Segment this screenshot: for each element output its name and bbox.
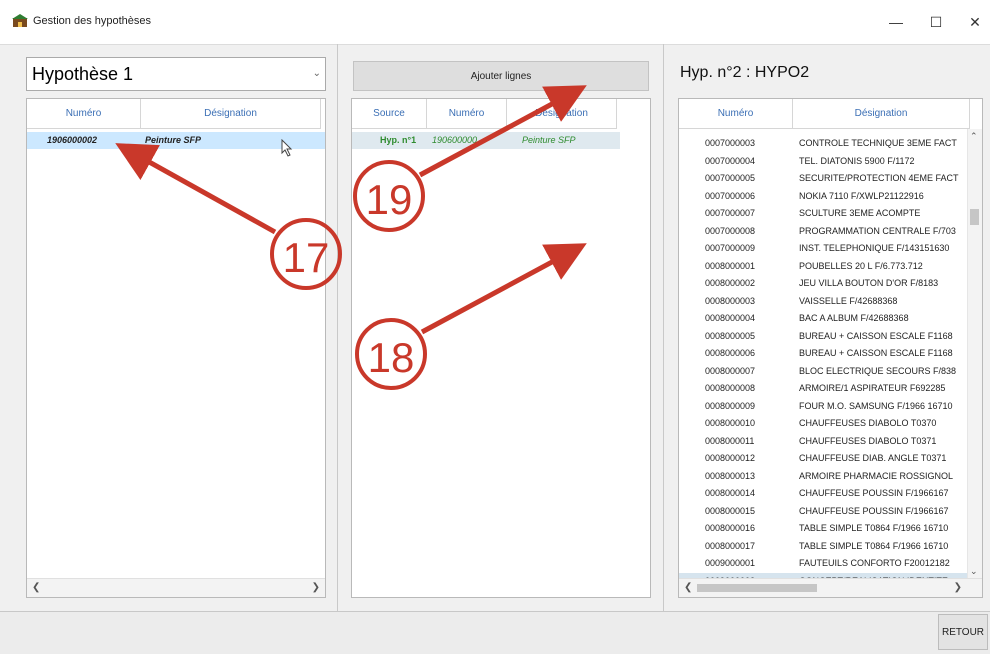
annotation-arrow-19 xyxy=(418,85,587,178)
annotation-arrow-17 xyxy=(115,143,277,235)
annotation-overlay: 17 19 18 xyxy=(115,85,587,390)
annotation-label-19: 19 xyxy=(366,176,413,223)
annotation-label-17: 17 xyxy=(283,234,330,281)
annotation-label-18: 18 xyxy=(368,334,415,381)
application-window: Gestion des hypothèses — ☐ ✕ Hypothèse 1… xyxy=(0,0,990,654)
annotation-arrow-18 xyxy=(420,243,587,335)
